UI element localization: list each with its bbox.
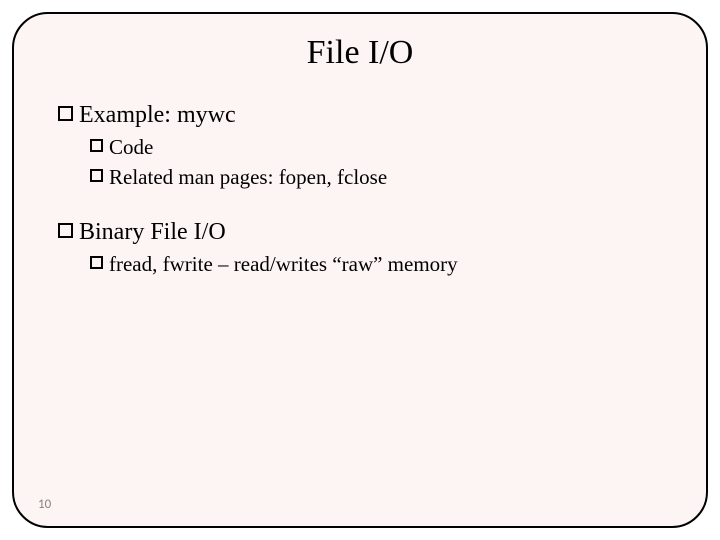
square-bullet-icon (90, 256, 103, 269)
square-bullet-icon (58, 106, 73, 121)
square-bullet-icon (58, 223, 73, 238)
slide-title: File I/O (50, 34, 670, 72)
bullet-text: Code (109, 134, 670, 160)
slide-panel: File I/O Example: mywc Code Related man … (12, 12, 708, 528)
bullet-binary-file-io: Binary File I/O (58, 217, 670, 247)
bullet-text: fread, fwrite – read/writes “raw” memory (109, 251, 670, 277)
bullet-text: Example: mywc (79, 100, 670, 130)
slide-container: File I/O Example: mywc Code Related man … (0, 0, 720, 540)
bullet-text: Related man pages: fopen, fclose (109, 164, 670, 190)
page-number: 10 (38, 497, 51, 512)
bullet-example-mywc: Example: mywc (58, 100, 670, 130)
square-bullet-icon (90, 169, 103, 182)
square-bullet-icon (90, 139, 103, 152)
subbullet-related-man-pages: Related man pages: fopen, fclose (90, 164, 670, 190)
subbullet-code: Code (90, 134, 670, 160)
bullet-text: Binary File I/O (79, 217, 670, 247)
subbullet-fread-fwrite: fread, fwrite – read/writes “raw” memory (90, 251, 670, 277)
